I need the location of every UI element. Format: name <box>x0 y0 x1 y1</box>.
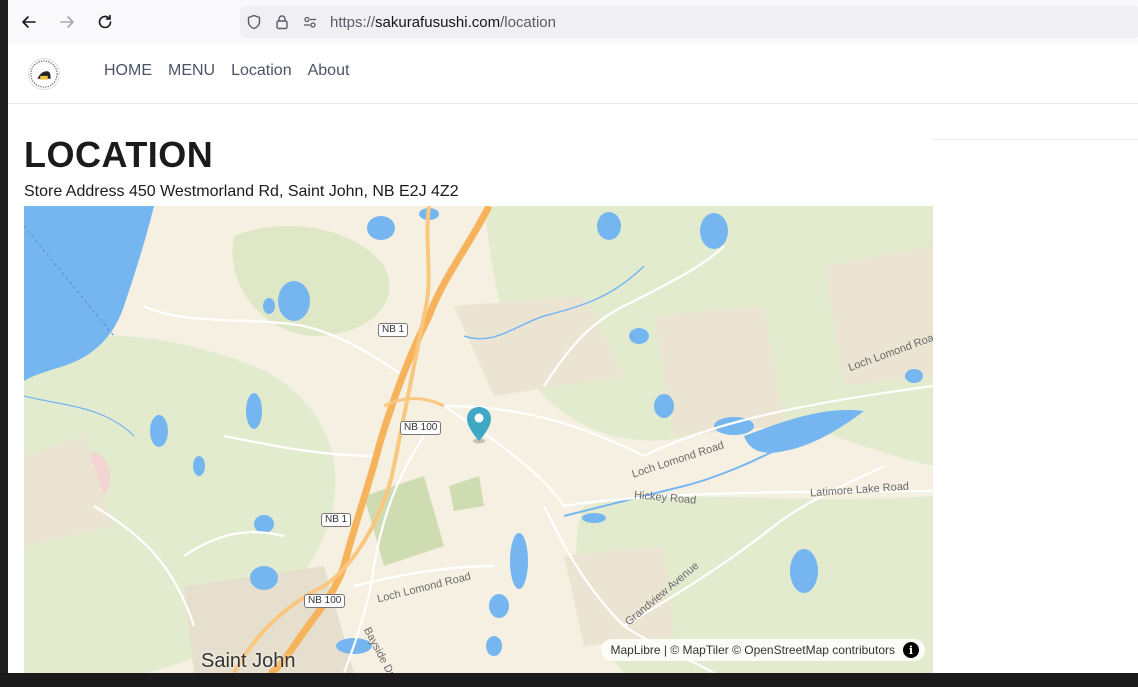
reload-icon <box>98 14 112 29</box>
url-host: sakurafusushi.com <box>375 13 501 31</box>
divider <box>932 139 1138 140</box>
reload-button[interactable] <box>88 5 122 39</box>
route-shield-nb100-south: NB 100 <box>304 594 346 608</box>
nav-location[interactable]: Location <box>231 62 292 80</box>
forward-arrow-icon <box>60 16 74 28</box>
url-path: /location <box>500 13 556 31</box>
url-text[interactable]: https://sakurafusushi.com/location <box>330 14 556 31</box>
shield-icon[interactable] <box>240 6 268 38</box>
url-protocol: https:// <box>330 13 376 31</box>
back-button[interactable] <box>12 5 46 39</box>
back-arrow-icon <box>22 16 36 28</box>
route-shield-nb1-north: NB 1 <box>378 323 409 337</box>
route-shield-nb1-south: NB 1 <box>321 513 352 527</box>
city-label: Saint John <box>201 650 296 672</box>
site-navbar: HOME MENU Location About <box>8 44 1138 104</box>
forward-button[interactable] <box>50 5 84 39</box>
nav-about[interactable]: About <box>308 62 350 80</box>
address-bar[interactable]: https://sakurafusushi.com/location <box>240 6 1138 38</box>
page: HOME MENU Location About LOCATION Store … <box>8 44 1138 673</box>
map-attribution: MapLibre | © MapTiler © OpenStreetMap co… <box>600 639 925 661</box>
nav-links: HOME MENU Location About <box>104 62 349 80</box>
page-title: LOCATION <box>24 134 214 175</box>
location-map[interactable]: NB 1 NB 100 NB 1 NB 100 Loch Lomond Road… <box>24 206 933 673</box>
store-address: Store Address 450 Westmorland Rd, Saint … <box>24 183 459 200</box>
location-marker-icon[interactable] <box>465 406 493 444</box>
attribution-text[interactable]: MapLibre | © MapTiler © OpenStreetMap co… <box>611 643 895 657</box>
nav-menu[interactable]: MENU <box>168 62 215 80</box>
sushi-logo-icon <box>30 60 58 88</box>
lock-icon[interactable] <box>268 6 296 38</box>
info-icon[interactable]: i <box>903 642 919 658</box>
browser-toolbar: https://sakurafusushi.com/location <box>8 0 1138 44</box>
route-shield-nb100-north: NB 100 <box>400 421 442 435</box>
nav-home[interactable]: HOME <box>104 62 152 80</box>
permissions-icon[interactable] <box>296 6 324 38</box>
site-logo[interactable] <box>28 58 60 90</box>
window-bottom-edge <box>0 673 1138 687</box>
